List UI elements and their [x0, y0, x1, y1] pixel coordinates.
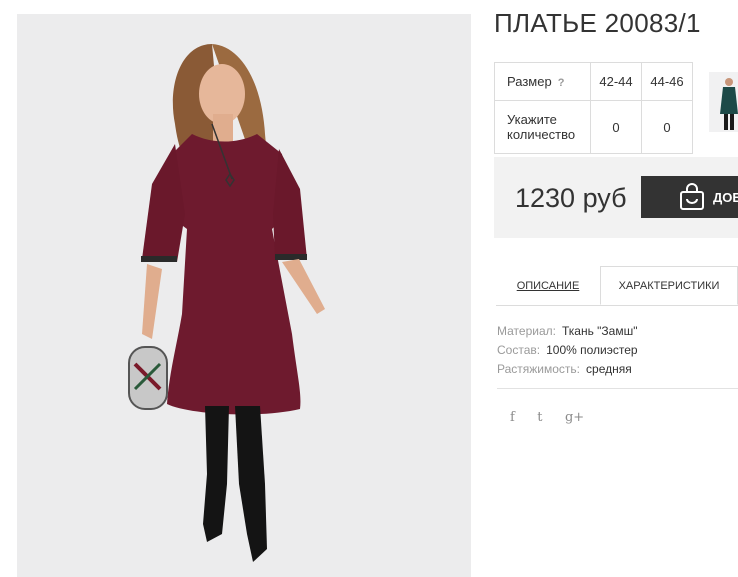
- add-to-cart-label: ДОБ: [713, 190, 738, 205]
- size-label-cell: Размер?: [494, 62, 591, 101]
- tab-description[interactable]: ОПИСАНИЕ: [496, 266, 600, 305]
- size-table: Размер? 42-44 44-46 Укажите количество 0…: [494, 62, 693, 154]
- spec-value: средняя: [586, 362, 632, 376]
- facebook-icon[interactable]: f: [510, 410, 515, 425]
- spec-material: Материал: Ткань "Замш": [497, 322, 638, 341]
- quantity-row: Укажите количество 0 0: [494, 100, 693, 154]
- product-tabs: ОПИСАНИЕ ХАРАКТЕРИСТИКИ: [496, 266, 738, 306]
- spec-value: 100% полиэстер: [546, 343, 638, 357]
- price-box: 1230 руб ДОБ: [494, 157, 738, 238]
- size-44-46: 44-46: [641, 62, 693, 101]
- quantity-input-44-46[interactable]: 0: [641, 100, 693, 154]
- size-row: Размер? 42-44 44-46: [494, 62, 693, 101]
- spec-key: Материал:: [497, 324, 556, 338]
- quantity-label: Укажите количество: [494, 100, 591, 154]
- spec-composition: Состав: 100% полиэстер: [497, 341, 638, 360]
- quantity-input-42-44[interactable]: 0: [590, 100, 642, 154]
- spec-key: Состав:: [497, 343, 541, 357]
- google-plus-icon[interactable]: g+: [565, 410, 584, 425]
- product-title: ПЛАТЬЕ 20083/1: [494, 8, 701, 38]
- divider: [497, 388, 738, 389]
- spec-stretch: Растяжимость: средняя: [497, 360, 638, 379]
- help-icon[interactable]: ?: [558, 77, 565, 89]
- twitter-icon[interactable]: t: [537, 410, 542, 425]
- spec-value: Ткань "Замш": [561, 324, 638, 338]
- price: 1230 руб: [515, 183, 627, 213]
- spec-key: Растяжимость:: [497, 362, 581, 376]
- tab-characteristics[interactable]: ХАРАКТЕРИСТИКИ: [600, 266, 738, 305]
- size-label: Размер: [507, 74, 552, 89]
- social-share: f t g+: [510, 408, 602, 426]
- thumbnail-image: [720, 78, 738, 130]
- product-photo-illustration: [128, 44, 325, 562]
- size-42-44: 42-44: [590, 62, 642, 101]
- shopping-bag-icon: [680, 183, 704, 210]
- product-thumbnail[interactable]: [709, 72, 738, 132]
- characteristics-list: Материал: Ткань "Замш" Состав: 100% полиэс…: [497, 322, 638, 379]
- add-to-cart-button[interactable]: ДОБ: [641, 176, 738, 218]
- product-main-image[interactable]: [17, 14, 471, 577]
